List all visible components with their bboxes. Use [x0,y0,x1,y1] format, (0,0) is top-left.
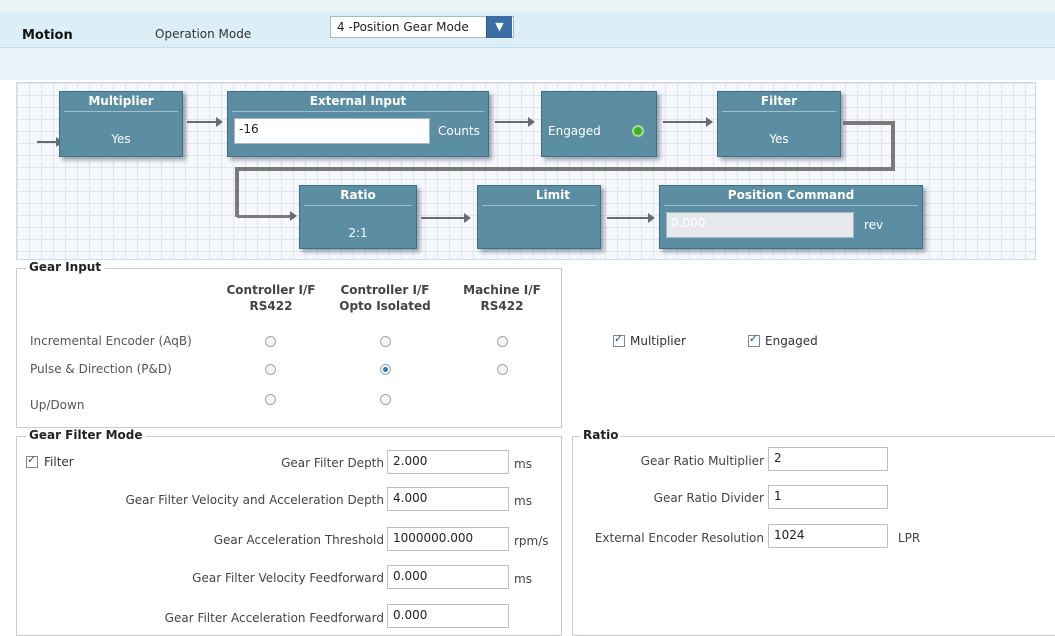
gear-filter-velocity-feedforward-input[interactable]: 0.000 [387,565,509,589]
field-label: Gear Ratio Divider [653,491,764,505]
status-led-icon [632,125,644,137]
arrow-icon [187,117,223,127]
block-divider [722,111,836,112]
external-input-title: External Input [309,94,407,108]
radio-pulse-rs422[interactable] [265,364,276,375]
gear-acceleration-threshold-input[interactable]: 1000000.000 [387,527,509,551]
gear-filter-depth-input[interactable]: 2.000 [387,450,509,474]
connector-line [235,167,239,217]
column-header-line1: Controller I/F [226,283,316,297]
engaged-block[interactable]: Engaged [541,91,657,157]
radio-pulse-machine[interactable] [497,364,508,375]
filter-block-title: Filter [760,94,798,108]
field-label: Gear Ratio Multiplier [640,454,764,468]
ratio-block-title: Ratio [340,188,376,202]
multiplier-checkbox-label: Multiplier [630,334,686,348]
column-header: Controller I/F RS422 [216,282,326,314]
arrow-icon [495,117,535,127]
arrow-icon [607,213,655,223]
connector-line [843,121,895,125]
row-label: Up/Down [30,398,85,412]
block-divider [482,205,596,206]
field-unit: ms [514,457,532,471]
gear-filter-mode-title: Gear Filter Mode [26,428,146,442]
field-label: External Encoder Resolution [594,531,764,545]
field-unit: rpm/s [514,534,549,548]
field-label: Gear Acceleration Threshold [213,533,384,547]
ratio-group-title: Ratio [580,428,622,442]
filter-checkbox-label: Filter [44,455,74,469]
arrow-icon [421,213,471,223]
position-command-block: Position Command 0.000 rev [659,185,923,249]
block-divider [304,205,412,206]
engaged-checkbox[interactable] [748,332,760,347]
arrow-icon [663,117,713,127]
column-header: Controller I/F Opto Isolated [330,282,440,314]
field-unit: LPR [898,531,921,545]
block-divider [232,111,484,112]
column-header-line1: Controller I/F [340,283,430,297]
field-unit: ms [514,494,532,508]
radio-updown-rs422[interactable] [265,394,276,405]
multiplier-checkbox[interactable] [613,332,625,347]
connector-line [891,121,895,171]
position-command-field: 0.000 [666,212,854,238]
field-label: Gear Filter Velocity Feedforward [192,571,384,585]
gear-diagram: Multiplier Yes External Input -16 Counts… [16,82,1036,260]
gear-input-title: Gear Input [26,260,105,274]
row-label: Pulse & Direction (P&D) [30,362,172,376]
radio-updown-opto[interactable] [380,394,391,405]
column-header-line2: RS422 [480,299,524,313]
filter-block[interactable]: Filter Yes [717,91,841,157]
column-header-line2: RS422 [249,299,293,313]
column-header-line2: Opto Isolated [339,299,431,313]
external-input-block: External Input -16 Counts [227,91,489,157]
page-title: Motion [22,28,73,43]
engaged-label: Engaged [548,124,601,138]
filter-checkbox[interactable] [26,453,38,468]
chevron-down-icon[interactable]: ▼ [486,16,512,38]
position-command-unit: rev [864,218,884,232]
multiplier-block-value: Yes [111,132,131,146]
row-label: Incremental Encoder (AqB) [30,334,192,348]
gear-filter-velocity-accel-depth-input[interactable]: 4.000 [387,487,509,511]
block-divider [664,205,918,206]
limit-block-title: Limit [535,188,570,202]
ratio-block-value: 2:1 [348,226,368,240]
arrow-icon [237,211,297,221]
arrow-icon [37,137,63,147]
column-header-line1: Machine I/F [463,283,541,297]
position-command-title: Position Command [727,188,855,202]
field-label: Gear Filter Acceleration Feedforward [164,611,384,625]
connector-line [235,167,895,171]
field-label: Gear Filter Depth [281,456,384,470]
radio-incremental-rs422[interactable] [265,336,276,347]
multiplier-block-title: Multiplier [88,94,154,108]
limit-block[interactable]: Limit [477,185,601,249]
external-input-unit: Counts [438,124,480,138]
field-unit: ms [514,572,532,586]
radio-pulse-opto[interactable] [380,364,391,375]
gear-filter-acceleration-feedforward-input[interactable]: 0.000 [387,604,509,628]
external-encoder-resolution-input[interactable]: 1024 [768,524,888,548]
field-label: Gear Filter Velocity and Acceleration De… [125,493,384,507]
gear-ratio-divider-input[interactable]: 1 [768,485,888,509]
radio-incremental-opto[interactable] [380,336,391,347]
column-header: Machine I/F RS422 [447,282,557,314]
engaged-checkbox-label: Engaged [765,334,818,348]
external-input-field[interactable]: -16 [234,118,430,144]
ratio-block[interactable]: Ratio 2:1 [299,185,417,249]
operation-mode-label: Operation Mode [155,27,252,41]
gear-ratio-multiplier-input[interactable]: 2 [768,447,888,471]
block-divider [64,111,178,112]
filter-block-value: Yes [769,132,789,146]
multiplier-block[interactable]: Multiplier Yes [59,91,183,157]
radio-incremental-machine[interactable] [497,336,508,347]
